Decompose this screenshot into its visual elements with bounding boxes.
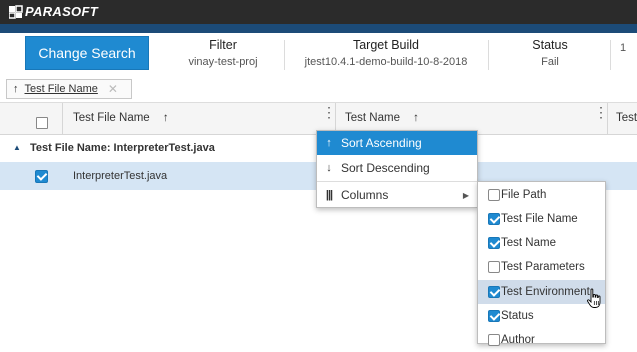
column-toggle-test-file-name[interactable]: Test File Name bbox=[478, 207, 605, 231]
submenu-arrow-icon: ▶ bbox=[462, 190, 469, 200]
menu-item-label: Sort Ascending bbox=[341, 136, 422, 150]
hand-cursor-icon bbox=[586, 288, 604, 310]
column-menu-icon[interactable]: ⋮ bbox=[322, 105, 336, 119]
column-toggle-file-path[interactable]: File Path bbox=[478, 183, 605, 207]
select-all-checkbox[interactable] bbox=[36, 117, 48, 129]
column-header-test-file-name[interactable]: Test File Name ↑ bbox=[73, 112, 169, 124]
change-search-button[interactable]: Change Search bbox=[25, 36, 149, 70]
top-bar: PARASOFT bbox=[0, 0, 637, 24]
column-header-test[interactable]: Test bbox=[616, 112, 637, 124]
column-checkbox[interactable] bbox=[488, 261, 500, 273]
header-band bbox=[0, 24, 637, 33]
column-toggle-label: Test Parameters bbox=[501, 261, 585, 273]
menu-item-sort-descending[interactable]: ↓ Sort Descending bbox=[317, 156, 477, 180]
column-checkbox[interactable] bbox=[488, 286, 500, 298]
column-checkbox[interactable] bbox=[488, 213, 500, 225]
column-toggle-label: Test Name bbox=[501, 237, 556, 249]
column-checkbox[interactable] bbox=[488, 189, 500, 201]
menu-item-sort-ascending[interactable]: ↑ Sort Ascending bbox=[317, 131, 477, 155]
header-status-value: Fail bbox=[541, 56, 559, 68]
sort-chip[interactable]: ↑ Test File Name ✕ bbox=[6, 79, 132, 99]
sort-ascending-icon: ↑ bbox=[162, 112, 169, 124]
header-extra-value: 1 bbox=[620, 42, 627, 54]
header-filter-value: vinay-test-proj bbox=[188, 56, 258, 68]
group-label: Test File Name: InterpreterTest.java bbox=[30, 142, 215, 154]
sort-descending-icon: ↓ bbox=[326, 162, 332, 174]
collapse-group-icon[interactable]: ▲ bbox=[13, 143, 21, 152]
menu-divider bbox=[317, 181, 477, 182]
menu-item-label: Columns bbox=[341, 188, 389, 202]
column-toggle-test-name[interactable]: Test Name bbox=[478, 231, 605, 255]
logo-text: PARASOFT bbox=[25, 4, 98, 19]
column-toggle-label: Author bbox=[501, 334, 535, 346]
header-status: Status Fail bbox=[500, 38, 600, 72]
sort-chip-label[interactable]: Test File Name bbox=[25, 83, 98, 95]
header-divider bbox=[284, 40, 285, 70]
column-divider bbox=[62, 103, 63, 135]
cell-test-file-name: InterpreterTest.java bbox=[73, 170, 168, 182]
column-menu-icon[interactable]: ⋮ bbox=[594, 105, 608, 119]
header-filter-title: Filter bbox=[209, 38, 237, 52]
column-header-label: Test File Name bbox=[73, 112, 150, 124]
column-toggle-label: Status bbox=[501, 310, 534, 322]
column-toggle-label: File Path bbox=[501, 189, 547, 201]
column-divider bbox=[607, 103, 608, 135]
header-divider bbox=[610, 40, 611, 70]
column-toggle-label: Test Environment bbox=[501, 286, 590, 298]
header-extra: 1 bbox=[620, 38, 637, 72]
column-header-test-name[interactable]: Test Name ↑ bbox=[345, 112, 419, 124]
columns-icon: ||| bbox=[325, 189, 333, 201]
parasoft-logo-icon bbox=[8, 4, 23, 19]
header-divider bbox=[488, 40, 489, 70]
column-header-label: Test bbox=[616, 112, 637, 124]
header-target-build-title: Target Build bbox=[352, 38, 419, 52]
header-target-build: Target Build jtest10.4.1-demo-build-10-8… bbox=[290, 38, 482, 72]
column-toggle-label: Test File Name bbox=[501, 213, 578, 225]
header-filter: Filter vinay-test-proj bbox=[168, 38, 278, 72]
column-checkbox[interactable] bbox=[488, 310, 500, 322]
column-toggle-author[interactable]: Author bbox=[478, 328, 605, 352]
sort-ascending-icon: ↑ bbox=[413, 112, 419, 124]
sort-ascending-icon: ↑ bbox=[13, 83, 19, 95]
menu-item-label: Sort Descending bbox=[341, 161, 430, 175]
column-header-label: Test Name bbox=[345, 112, 400, 124]
column-toggle-test-parameters[interactable]: Test Parameters bbox=[478, 255, 605, 279]
row-checkbox[interactable] bbox=[35, 170, 48, 183]
header-target-build-value: jtest10.4.1-demo-build-10-8-2018 bbox=[304, 56, 468, 68]
header-status-title: Status bbox=[532, 38, 568, 52]
column-checkbox[interactable] bbox=[488, 334, 500, 346]
close-icon[interactable]: ✕ bbox=[108, 82, 118, 96]
menu-item-columns[interactable]: ||| Columns ▶ bbox=[317, 183, 477, 207]
parasoft-logo: PARASOFT bbox=[8, 4, 98, 19]
column-checkbox[interactable] bbox=[488, 237, 500, 249]
sort-ascending-icon: ↑ bbox=[326, 137, 332, 149]
